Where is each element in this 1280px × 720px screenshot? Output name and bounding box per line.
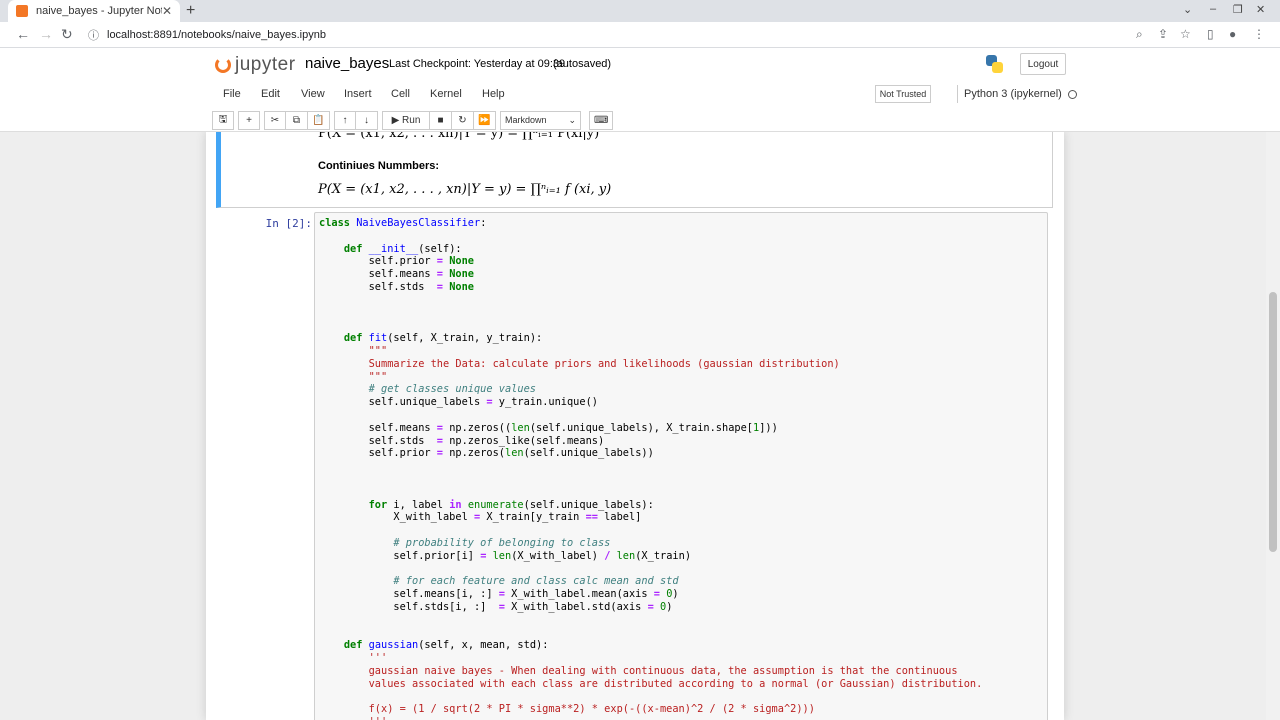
- jupyter-logo[interactable]: jupyter: [215, 54, 296, 76]
- code-cell-editor[interactable]: class NaiveBayesClassifier: def __init__…: [314, 212, 1048, 720]
- notebook-page: P(X = (x1, x2, . . . xn)|Y = y) = ∏ⁿᵢ₌₁ …: [206, 132, 1064, 720]
- share-icon[interactable]: ⇪: [1158, 27, 1168, 41]
- maximize-icon[interactable]: ❐: [1233, 3, 1243, 16]
- menu-insert[interactable]: Insert: [344, 88, 372, 100]
- restart-run-all-icon[interactable]: ⏩: [474, 110, 496, 130]
- notebook-area: P(X = (x1, x2, . . . xn)|Y = y) = ∏ⁿᵢ₌₁ …: [0, 132, 1280, 720]
- page-scrollbar[interactable]: [1266, 132, 1280, 720]
- site-info-icon[interactable]: ⓘ: [88, 27, 99, 43]
- reload-icon[interactable]: ↻: [61, 26, 73, 43]
- address-bar-row: ← → ↻ ⓘ localhost:8891/notebooks/naive_b…: [0, 22, 1280, 48]
- kernel-name: Python 3 (ipykernel): [964, 88, 1062, 100]
- chevron-down-icon: ⌄: [568, 114, 576, 125]
- trust-button[interactable]: Not Trusted: [875, 85, 931, 103]
- close-tab-icon[interactable]: ✕: [162, 4, 172, 18]
- forward-icon[interactable]: →: [39, 26, 53, 42]
- scrollbar-thumb[interactable]: [1269, 292, 1277, 552]
- notebook-toolbar: 🖫 + ✂ ⧉ 📋 ↑ ↓ ▶ Run ■ ↻ ⏩ Markdown ⌄ ⌨: [212, 109, 617, 131]
- jupyter-logo-icon: [215, 57, 231, 73]
- browser-tab[interactable]: naive_bayes - Jupyter Not ✕: [8, 0, 180, 22]
- browser-menu-icon[interactable]: ⋮: [1253, 27, 1265, 41]
- menu-help[interactable]: Help: [482, 88, 505, 100]
- checkpoint-status: Last Checkpoint: Yesterday at 09:39: [389, 58, 566, 70]
- command-palette-icon[interactable]: ⌨: [589, 110, 614, 130]
- cut-icon[interactable]: ✂: [264, 110, 286, 130]
- move-up-icon[interactable]: ↑: [334, 110, 356, 130]
- menu-file[interactable]: File: [223, 88, 241, 100]
- menu-edit[interactable]: Edit: [261, 88, 280, 100]
- url-text: localhost:8891/notebooks/naive_bayes.ipy…: [107, 29, 326, 41]
- run-button[interactable]: ▶ Run: [382, 110, 430, 130]
- markdown-cell[interactable]: P(X = (x1, x2, . . . xn)|Y = y) = ∏ⁿᵢ₌₁ …: [216, 132, 1053, 208]
- jupyter-logo-text: jupyter: [235, 54, 296, 75]
- new-tab-icon[interactable]: +: [186, 2, 195, 20]
- autosave-status: (autosaved): [553, 58, 612, 70]
- menu-cell[interactable]: Cell: [391, 88, 410, 100]
- kernel-indicator: Python 3 (ipykernel): [957, 85, 1077, 103]
- save-icon[interactable]: 🖫: [212, 110, 234, 130]
- run-label: Run: [402, 114, 421, 126]
- logout-button[interactable]: Logout: [1020, 53, 1066, 75]
- menu-bar: File Edit View Insert Cell Kernel Help: [212, 84, 1072, 104]
- interrupt-icon[interactable]: ■: [430, 110, 452, 130]
- cell-type-select[interactable]: Markdown ⌄: [500, 110, 581, 130]
- move-down-icon[interactable]: ↓: [356, 110, 378, 130]
- menu-view[interactable]: View: [301, 88, 325, 100]
- markdown-label: Continiues Nummbers:: [318, 160, 440, 172]
- paste-icon[interactable]: 📋: [308, 110, 330, 130]
- copy-icon[interactable]: ⧉: [286, 110, 308, 130]
- side-panel-icon[interactable]: ▯: [1207, 27, 1214, 41]
- profile-icon[interactable]: ●: [1229, 27, 1236, 41]
- browser-tab-bar: naive_bayes - Jupyter Not ✕ + ⌄ – ❐ ✕: [0, 0, 1280, 22]
- bookmark-star-icon[interactable]: ☆: [1180, 27, 1191, 41]
- cell-type-value: Markdown: [505, 115, 547, 125]
- window-close-icon[interactable]: ✕: [1256, 3, 1265, 16]
- restart-icon[interactable]: ↻: [452, 110, 474, 130]
- menu-kernel[interactable]: Kernel: [430, 88, 462, 100]
- zoom-icon[interactable]: ⌕: [1136, 27, 1143, 42]
- tab-search-chevron-icon[interactable]: ⌄: [1183, 3, 1192, 16]
- kernel-idle-icon: [1067, 89, 1077, 99]
- notebook-name[interactable]: naive_bayes: [305, 55, 389, 72]
- minimize-icon[interactable]: –: [1210, 3, 1216, 15]
- markdown-formula-partial: P(X = (x1, x2, . . . xn)|Y = y) = ∏ⁿᵢ₌₁ …: [318, 132, 600, 141]
- code-text: class NaiveBayesClassifier: def __init__…: [319, 217, 983, 720]
- back-icon[interactable]: ←: [16, 26, 30, 42]
- markdown-formula: P(X = (x1, x2, . . . , xn)|Y = y) = ∏ⁿᵢ₌…: [318, 182, 612, 197]
- insert-cell-icon[interactable]: +: [238, 110, 260, 130]
- browser-tab-title: naive_bayes - Jupyter Not: [36, 5, 162, 17]
- cell-prompt: In [2]:: [265, 217, 312, 230]
- python-logo-icon: [984, 54, 1004, 74]
- url-field[interactable]: ⓘ localhost:8891/notebooks/naive_bayes.i…: [80, 25, 1120, 45]
- jupyter-favicon-icon: [16, 5, 28, 17]
